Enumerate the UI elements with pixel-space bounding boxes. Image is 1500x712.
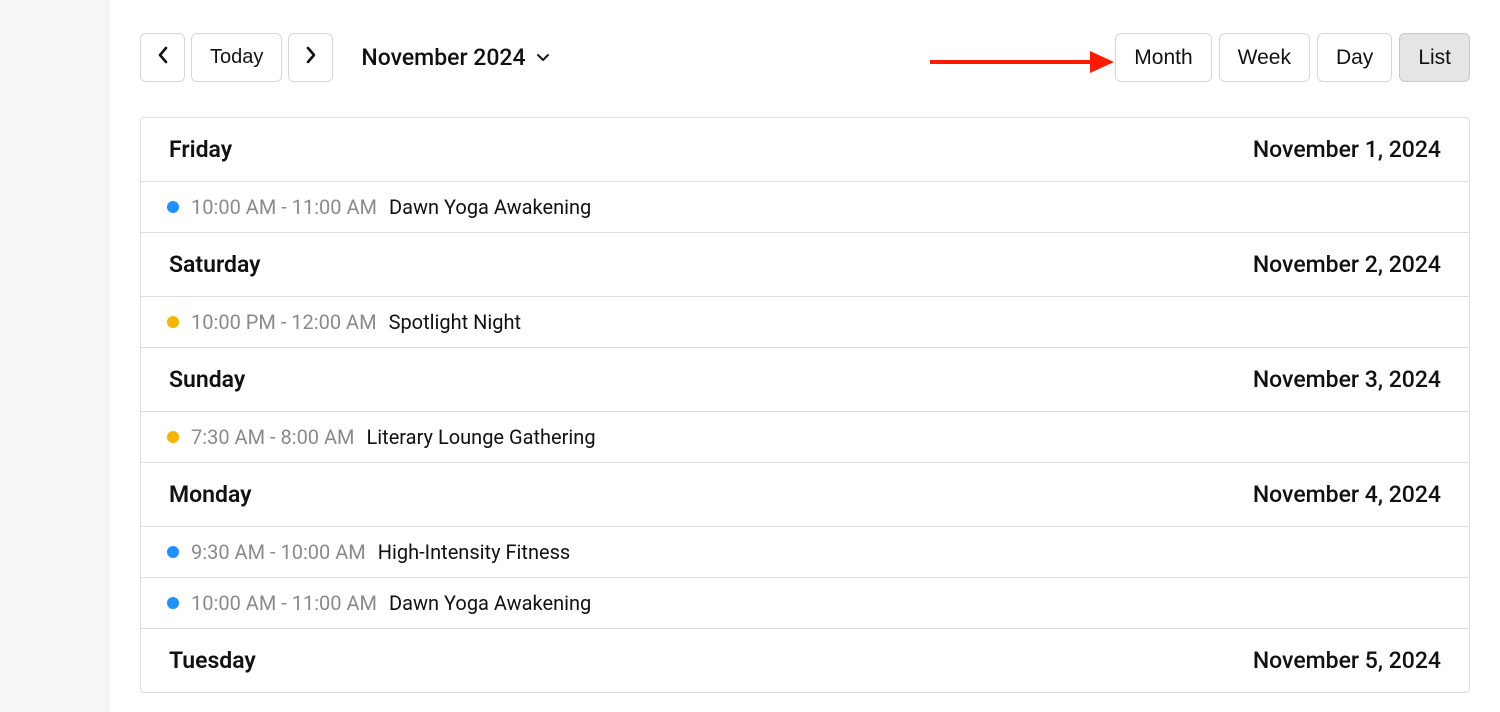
view-label: Day — [1336, 46, 1373, 70]
event-dot-icon — [167, 546, 179, 558]
event-time: 10:00 AM - 11:00 AM — [191, 591, 377, 615]
toolbar-left: Today November 2024 — [140, 33, 550, 82]
view-week-button[interactable]: Week — [1219, 33, 1310, 82]
event-title: Dawn Yoga Awakening — [389, 591, 591, 615]
view-label: List — [1418, 46, 1451, 70]
day-date: November 5, 2024 — [1253, 647, 1441, 674]
date-picker-title[interactable]: November 2024 — [361, 44, 549, 71]
page-title: November 2024 — [361, 44, 525, 71]
event-title: Literary Lounge Gathering — [367, 425, 596, 449]
view-label: Month — [1134, 46, 1192, 70]
day-name: Friday — [169, 136, 232, 163]
event-row[interactable]: 10:00 AM - 11:00 AM Dawn Yoga Awakening — [141, 577, 1469, 628]
view-label: Week — [1238, 46, 1291, 70]
view-month-button[interactable]: Month — [1115, 33, 1211, 82]
event-title: Dawn Yoga Awakening — [389, 195, 591, 219]
toolbar: Today November 2024 Month Week Day List — [140, 33, 1470, 82]
day-name: Tuesday — [169, 647, 256, 674]
day-header: Monday November 4, 2024 — [141, 462, 1469, 526]
event-time: 9:30 AM - 10:00 AM — [191, 540, 366, 564]
day-name: Saturday — [169, 251, 261, 278]
view-switcher: Month Week Day List — [1115, 33, 1470, 82]
day-header: Tuesday November 5, 2024 — [141, 628, 1469, 692]
event-dot-icon — [167, 201, 179, 213]
chevron-down-icon — [536, 48, 550, 67]
event-time: 10:00 PM - 12:00 AM — [191, 310, 377, 334]
day-name: Sunday — [169, 366, 245, 393]
prev-button[interactable] — [140, 33, 185, 82]
event-row[interactable]: 10:00 AM - 11:00 AM Dawn Yoga Awakening — [141, 181, 1469, 232]
today-button[interactable]: Today — [191, 33, 282, 82]
day-date: November 3, 2024 — [1253, 366, 1441, 393]
chevron-left-icon — [156, 46, 170, 70]
event-dot-icon — [167, 316, 179, 328]
event-dot-icon — [167, 431, 179, 443]
event-time: 7:30 AM - 8:00 AM — [191, 425, 355, 449]
event-row[interactable]: 9:30 AM - 10:00 AM High-Intensity Fitness — [141, 526, 1469, 577]
view-day-button[interactable]: Day — [1317, 33, 1392, 82]
event-title: Spotlight Night — [389, 310, 521, 334]
day-header: Saturday November 2, 2024 — [141, 232, 1469, 296]
view-list-button[interactable]: List — [1399, 33, 1470, 82]
chevron-right-icon — [304, 46, 318, 70]
event-time: 10:00 AM - 11:00 AM — [191, 195, 377, 219]
event-title: High-Intensity Fitness — [378, 540, 571, 564]
day-date: November 1, 2024 — [1253, 136, 1441, 163]
day-date: November 2, 2024 — [1253, 251, 1441, 278]
event-row[interactable]: 7:30 AM - 8:00 AM Literary Lounge Gatheri… — [141, 411, 1469, 462]
event-row[interactable]: 10:00 PM - 12:00 AM Spotlight Night — [141, 296, 1469, 347]
day-header: Sunday November 3, 2024 — [141, 347, 1469, 411]
today-label: Today — [210, 46, 263, 69]
day-name: Monday — [169, 481, 252, 508]
day-header: Friday November 1, 2024 — [141, 118, 1469, 181]
calendar-list: Friday November 1, 2024 10:00 AM - 11:00 A… — [140, 117, 1470, 693]
day-date: November 4, 2024 — [1253, 481, 1441, 508]
next-button[interactable] — [288, 33, 333, 82]
event-dot-icon — [167, 597, 179, 609]
